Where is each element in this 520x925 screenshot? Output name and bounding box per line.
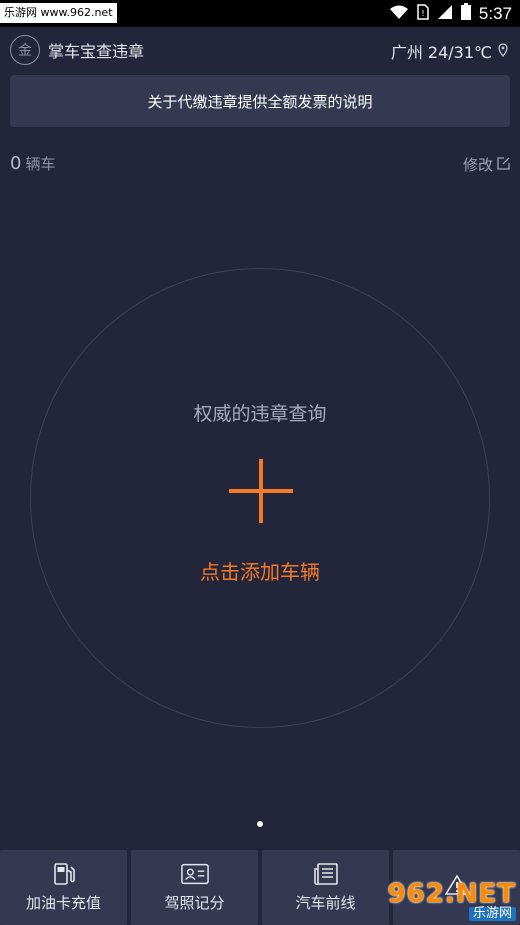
no-sim-icon: ! [417,3,429,24]
nav-item-auto-news[interactable]: 汽车前线 [262,850,389,925]
plus-icon [229,459,293,523]
nav-label: 汽车前线 [295,894,356,912]
location-pin-icon [498,42,508,61]
license-card-icon [180,862,209,886]
add-vehicle-circle[interactable]: 权威的违章查询 点击添加车辆 [30,268,490,728]
nav-item-license-points[interactable]: 驾照记分 [131,850,258,925]
newspaper-icon [312,862,340,886]
watermark-label: 乐游网 www.962.net [0,3,117,23]
nav-label: 加油卡充值 [25,894,101,912]
invoice-notice-banner[interactable]: 关于代缴违章提供全额发票的说明 [10,75,510,127]
edit-icon [497,156,510,174]
notice-text: 关于代缴违章提供全额发票的说明 [147,92,373,111]
battery-icon [460,3,471,24]
watermark-brand: 962.NET [387,879,516,909]
edit-vehicles-button[interactable]: 修改 [463,154,510,175]
weather-text: 广州 24/31℃ [390,43,492,62]
app-logo-glyph: 金 [18,43,32,59]
status-icons: ! 5:37 [389,0,512,27]
weather-location[interactable]: 广州 24/31℃ [391,39,508,63]
watermark-sub: 乐游网 [468,907,516,921]
circle-subtitle: 权威的违章查询 [193,403,327,425]
status-time: 5:37 [478,3,512,23]
app-header: 金 掌车宝查违章 广州 24/31℃ [0,27,520,75]
nav-label: 驾照记分 [164,894,225,912]
wifi-icon [389,4,409,24]
edit-label: 修改 [462,156,493,174]
app-logo-icon: 金 [10,35,40,65]
site-watermark: 962.NET 乐游网 [386,879,516,923]
svg-text:!: ! [421,9,424,18]
vehicle-count-number: 0 [10,153,22,174]
vehicle-count: 0 辆车 [10,153,55,174]
vehicle-count-label: 辆车 [25,155,56,173]
app-title: 掌车宝查违章 [48,42,145,61]
nav-item-gas-card-recharge[interactable]: 加油卡充值 [0,850,127,925]
signal-icon [437,4,453,24]
page-indicator-dot [257,821,263,827]
gas-pump-icon [50,862,78,886]
status-bar: 乐游网 www.962.net ! 5:37 [0,0,520,27]
add-vehicle-label: 点击添加车辆 [200,560,320,584]
